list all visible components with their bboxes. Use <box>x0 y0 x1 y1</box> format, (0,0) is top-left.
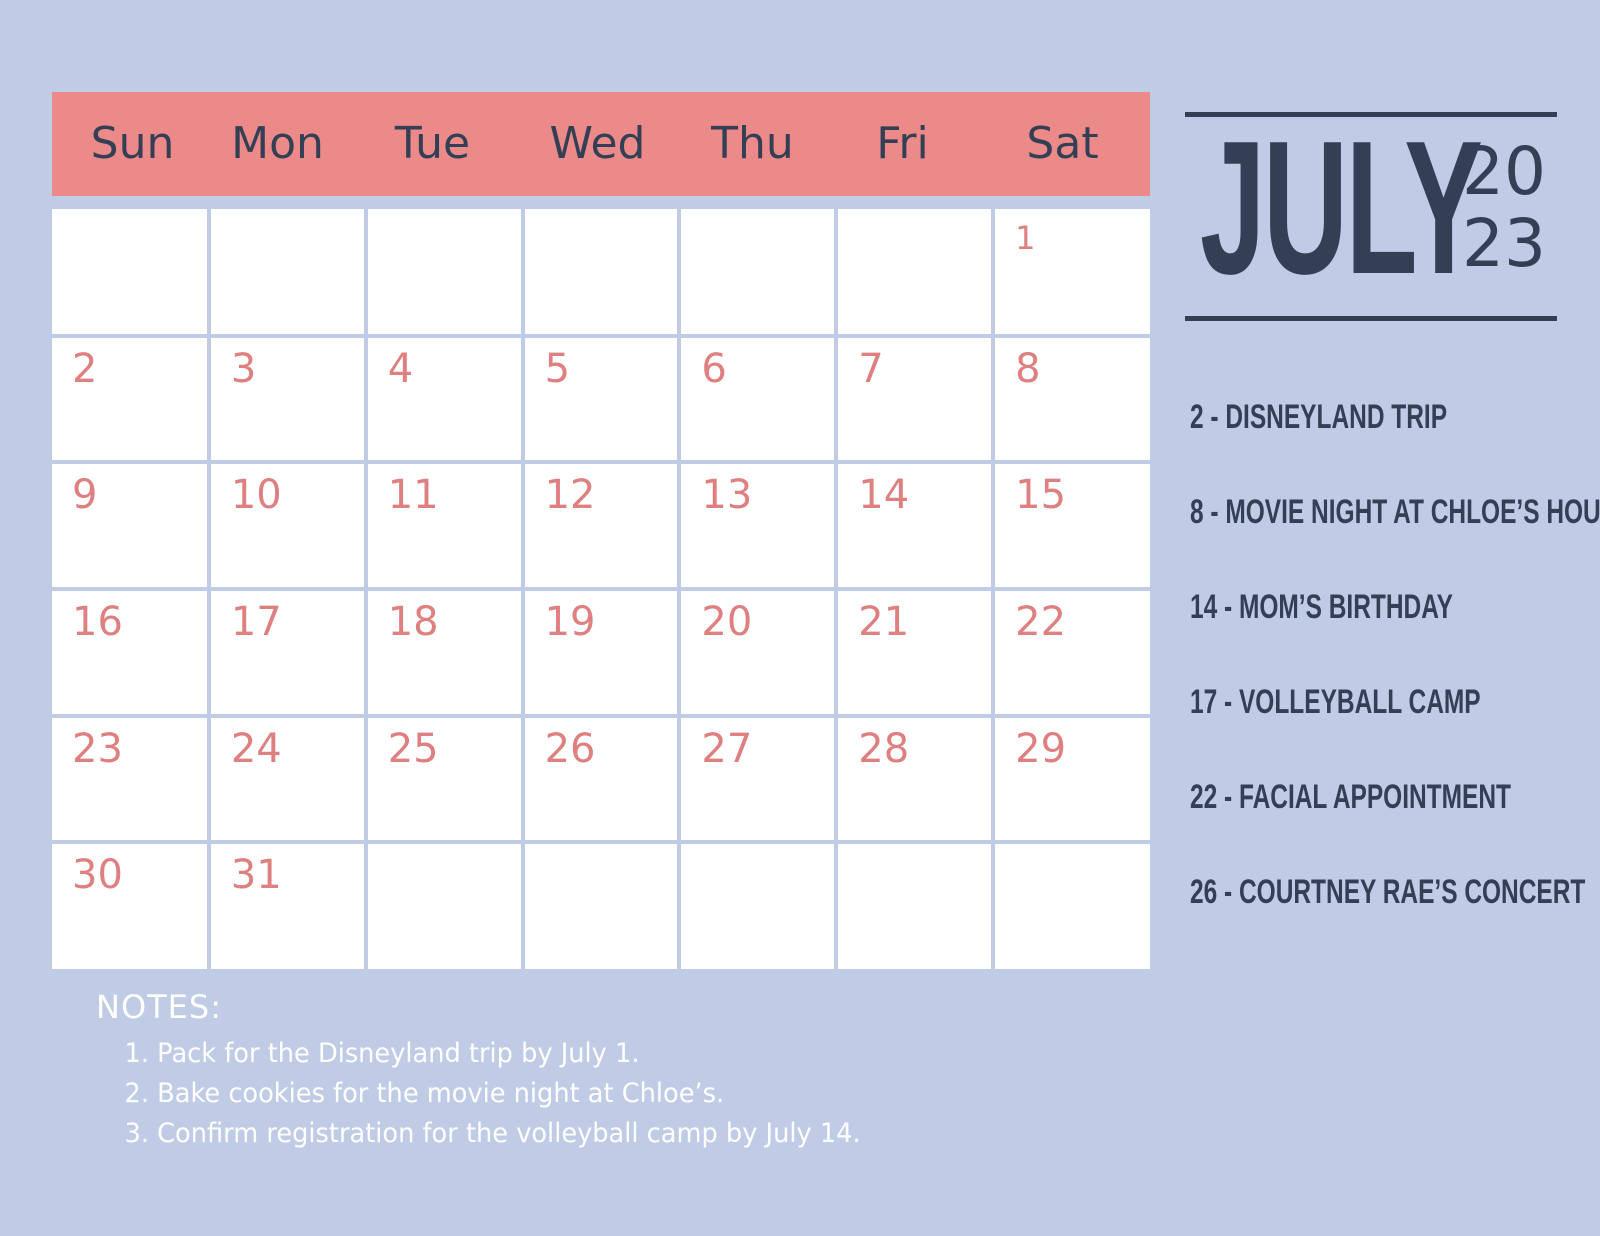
day-cell-21[interactable]: 21 <box>838 591 992 714</box>
day-number: 10 <box>230 472 282 519</box>
day-number: 18 <box>387 599 439 645</box>
empty-cell <box>52 209 207 334</box>
day-number: 16 <box>72 599 123 645</box>
day-cell-23[interactable]: 23 <box>52 717 207 841</box>
empty-cell <box>524 844 678 969</box>
day-number: 3 <box>230 345 257 392</box>
day-number: 28 <box>858 725 910 772</box>
day-cell-25[interactable]: 25 <box>367 717 521 841</box>
empty-cell <box>367 209 521 334</box>
day-number: 23 <box>72 725 123 772</box>
title-rule-bottom <box>1185 316 1557 321</box>
day-number: 15 <box>1015 472 1067 519</box>
weekday-thu: Thu <box>711 118 794 169</box>
day-number: 19 <box>544 599 596 645</box>
day-cell-13[interactable]: 13 <box>681 464 835 587</box>
day-number: 14 <box>858 472 910 519</box>
day-cell-7[interactable]: 7 <box>838 337 992 461</box>
day-cell-31[interactable]: 31 <box>210 844 364 969</box>
empty-cell <box>681 844 835 969</box>
day-number: 31 <box>230 852 282 899</box>
day-number: 5 <box>544 345 571 392</box>
day-number: 27 <box>701 725 753 772</box>
day-number: 11 <box>387 472 439 519</box>
note-item: 2. Bake cookies for the movie night at C… <box>124 1078 725 1109</box>
day-number: 30 <box>72 852 123 899</box>
day-number: 26 <box>544 725 596 772</box>
day-cell-18[interactable]: 18 <box>367 591 521 714</box>
empty-cell <box>524 209 678 334</box>
day-cell-28[interactable]: 28 <box>838 717 992 841</box>
day-number: 8 <box>1015 345 1041 392</box>
day-number: 9 <box>72 472 98 519</box>
day-number: 4 <box>387 345 414 392</box>
weekday-sun: Sun <box>90 118 175 169</box>
day-number: 1 <box>1015 219 1036 257</box>
day-cell-30[interactable]: 30 <box>52 844 207 969</box>
day-number: 17 <box>230 599 282 645</box>
day-number: 7 <box>858 345 884 392</box>
note-item: 1. Pack for the Disneyland trip by July … <box>124 1038 640 1069</box>
event-item: 2 - Disneyland Trip <box>1190 398 1448 436</box>
day-cell-12[interactable]: 12 <box>524 464 678 587</box>
day-cell-2[interactable]: 2 <box>52 337 207 461</box>
note-item: 3. Confirm registration for the volleyba… <box>124 1118 861 1149</box>
month-title: JULY <box>1200 102 1483 314</box>
day-cell-1[interactable]: 1 <box>995 209 1150 334</box>
notes-title: NOTES: <box>96 988 222 1026</box>
day-cell-10[interactable]: 10 <box>210 464 364 587</box>
calendar-grid: 1 2 3 4 5 6 7 8 9 10 11 12 13 14 15 16 17 18 19 20 21 22 23 24 2… <box>52 209 1150 969</box>
day-cell-6[interactable]: 6 <box>681 337 835 461</box>
empty-cell <box>367 844 521 969</box>
day-cell-15[interactable]: 15 <box>995 464 1150 587</box>
weekday-sat: Sat <box>1026 118 1099 169</box>
day-number: 13 <box>701 472 753 519</box>
event-item: 14 - Mom’s Birthday <box>1190 588 1453 626</box>
day-cell-17[interactable]: 17 <box>210 591 364 714</box>
day-cell-27[interactable]: 27 <box>681 717 835 841</box>
day-number: 20 <box>701 599 753 645</box>
day-cell-9[interactable]: 9 <box>52 464 207 587</box>
events-list: 2 - Disneyland Trip 8 - Movie Night at C… <box>1190 398 1600 968</box>
empty-cell <box>210 209 364 334</box>
day-cell-5[interactable]: 5 <box>524 337 678 461</box>
day-cell-11[interactable]: 11 <box>367 464 521 587</box>
day-cell-4[interactable]: 4 <box>367 337 521 461</box>
year-title: 2023 <box>1462 133 1546 282</box>
day-cell-29[interactable]: 29 <box>995 717 1150 841</box>
day-cell-19[interactable]: 19 <box>524 591 678 714</box>
day-number: 29 <box>1015 725 1067 772</box>
weekday-wed: Wed <box>549 118 646 169</box>
event-item: 8 - Movie Night at Chloe’s House <box>1190 493 1600 531</box>
weekday-tue: Tue <box>394 118 471 169</box>
day-cell-20[interactable]: 20 <box>681 591 835 714</box>
empty-cell <box>838 209 992 334</box>
empty-cell <box>995 844 1150 969</box>
day-number: 24 <box>230 725 282 772</box>
weekday-mon: Mon <box>231 118 324 169</box>
day-cell-8[interactable]: 8 <box>995 337 1150 461</box>
day-number: 22 <box>1015 599 1067 645</box>
day-number: 21 <box>858 599 910 645</box>
day-cell-3[interactable]: 3 <box>210 337 364 461</box>
day-cell-16[interactable]: 16 <box>52 591 207 714</box>
event-item: 17 - Volleyball Camp <box>1190 683 1481 721</box>
day-cell-24[interactable]: 24 <box>210 717 364 841</box>
weekday-fri: Fri <box>876 118 929 169</box>
day-number: 2 <box>72 345 98 392</box>
empty-cell <box>838 844 992 969</box>
empty-cell <box>681 209 835 334</box>
day-cell-14[interactable]: 14 <box>838 464 992 587</box>
day-cell-26[interactable]: 26 <box>524 717 678 841</box>
day-number: 25 <box>387 725 439 772</box>
event-item: 26 - Courtney Rae’s Concert <box>1190 873 1586 911</box>
day-cell-22[interactable]: 22 <box>995 591 1150 714</box>
event-item: 22 - Facial Appointment <box>1190 778 1511 816</box>
notes-section: NOTES: 1. Pack for the Disneyland trip b… <box>96 988 901 1154</box>
day-number: 12 <box>544 472 596 519</box>
day-number: 6 <box>701 345 727 392</box>
weekday-header: Sun Mon Tue Wed Thu Fri Sat <box>52 92 1150 196</box>
